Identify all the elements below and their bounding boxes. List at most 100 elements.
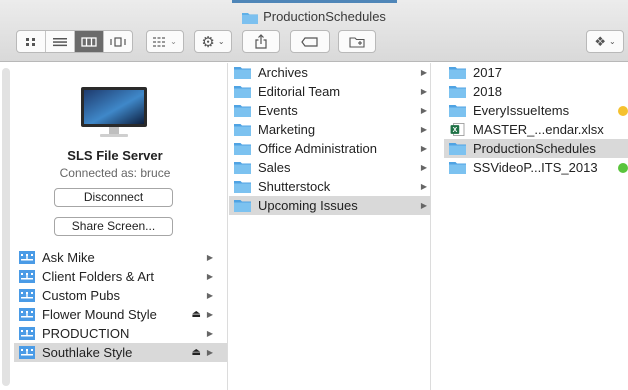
eject-icon[interactable]: ⏏ [192, 309, 201, 320]
server-monitor-icon [81, 87, 147, 137]
file-name: MASTER_...endar.xlsx [473, 122, 604, 137]
folder-icon [449, 143, 466, 155]
gear-icon: ⚙ [201, 33, 215, 51]
column-upcoming-parent: Archives ▶ Editorial Team ▶ Events ▶ Marketing… [229, 63, 431, 390]
share-icon [255, 34, 267, 49]
folder-name: 2018 [473, 84, 502, 99]
disclosure-arrow-icon: ▶ [420, 182, 427, 191]
folder-icon [234, 181, 251, 193]
folder-icon [234, 105, 251, 117]
folder-name: Marketing [258, 122, 316, 137]
color-tag-dot [618, 162, 628, 173]
disclosure-arrow-icon: ▶ [206, 291, 213, 300]
disclosure-arrow-icon: ▶ [206, 272, 213, 281]
sidebar-item[interactable]: PRODUCTION ▶ [14, 324, 227, 343]
folder-icon [234, 162, 251, 174]
svg-text:X: X [453, 127, 458, 134]
folder-row[interactable]: Office Administration ▶ [229, 139, 431, 158]
folder-name: Shutterstock [258, 179, 331, 194]
arrange-button[interactable]: ⌄ [146, 30, 184, 53]
folder-row[interactable]: Archives ▶ [229, 63, 431, 82]
icon-view-button[interactable] [17, 31, 46, 52]
folder-name: 2017 [473, 65, 502, 80]
list-view-button[interactable] [46, 31, 75, 52]
file-row[interactable]: X MASTER_...endar.xlsx [444, 120, 628, 139]
folder-row[interactable]: EveryIssueItems [444, 101, 628, 120]
disclosure-arrow-icon: ▶ [420, 144, 427, 153]
dropbox-button[interactable]: ❖ ⌄ [586, 30, 624, 53]
columns-icon [81, 36, 97, 47]
tag-icon [301, 36, 318, 47]
folder-name: Archives [258, 65, 308, 80]
title-strip [232, 0, 397, 3]
sidebar-scrollbar[interactable] [2, 68, 10, 386]
disclosure-arrow-icon: ▶ [206, 310, 213, 319]
column-view-button[interactable] [75, 31, 104, 52]
view-switcher [16, 30, 133, 53]
folder-row[interactable]: Upcoming Issues ▶ [229, 196, 431, 215]
network-volume-icon [19, 289, 35, 302]
sidebar-item-label: Southlake Style [42, 345, 133, 360]
folder-icon [242, 13, 259, 24]
chevron-down-icon: ⌄ [170, 37, 177, 46]
arrange-grid-icon [153, 36, 166, 47]
disclosure-arrow-icon: ▶ [420, 87, 427, 96]
folder-icon [234, 86, 251, 98]
eject-icon[interactable]: ⏏ [192, 347, 201, 358]
share-screen-button[interactable]: Share Screen... [54, 217, 173, 236]
network-volume-icon [19, 327, 35, 340]
folder-icon [449, 67, 466, 79]
sidebar-item[interactable]: Southlake Style ⏏ ▶ [14, 343, 227, 362]
sidebar-item[interactable]: Ask Mike ▶ [14, 248, 227, 267]
folder-row[interactable]: 2017 [444, 63, 628, 82]
folder-icon [449, 86, 466, 98]
new-folder-button[interactable] [338, 30, 376, 53]
folder-row[interactable]: Marketing ▶ [229, 120, 431, 139]
folder-name: Events [258, 103, 298, 118]
folder-row[interactable]: 2018 [444, 82, 628, 101]
window-title: ProductionSchedules [0, 9, 628, 24]
folder-icon [234, 67, 251, 79]
folder-icon [234, 200, 251, 212]
sidebar-item[interactable]: Client Folders & Art ▶ [14, 267, 227, 286]
disconnect-button[interactable]: Disconnect [54, 188, 173, 207]
folder-name: ProductionSchedules [473, 141, 596, 156]
column-upcoming-issues: 2017 2018 EveryIssueItems X MASTER_...endar.… [432, 63, 628, 390]
sidebar-item[interactable]: Custom Pubs ▶ [14, 286, 227, 305]
folder-name: EveryIssueItems [473, 103, 570, 118]
folder-row[interactable]: Sales ▶ [229, 158, 431, 177]
sidebar-item-label: PRODUCTION [42, 326, 130, 341]
disclosure-arrow-icon: ▶ [420, 201, 427, 210]
folder-name: Upcoming Issues [258, 198, 358, 213]
folder-row[interactable]: ProductionSchedules [444, 139, 628, 158]
disclosure-arrow-icon: ▶ [206, 348, 213, 357]
folder-row[interactable]: SSVideoP...ITS_2013 [444, 158, 628, 177]
server-name: SLS File Server [67, 148, 163, 163]
chevron-down-icon: ⌄ [608, 37, 616, 46]
disclosure-arrow-icon: ▶ [420, 125, 427, 134]
folder-name: Office Administration [258, 141, 377, 156]
chevron-down-icon: ⌄ [217, 37, 225, 46]
dropbox-icon: ❖ [594, 33, 606, 49]
grid-icon [26, 37, 35, 46]
network-volume-icon [19, 270, 35, 283]
tags-button[interactable] [290, 30, 330, 53]
cover-flow-view-button[interactable] [104, 31, 132, 52]
folder-row[interactable]: Events ▶ [229, 101, 431, 120]
disclosure-arrow-icon: ▶ [420, 163, 427, 172]
sidebar-item[interactable]: Flower Mound Style ⏏ ▶ [14, 305, 227, 324]
folder-icon [234, 124, 251, 136]
list-icon [53, 37, 67, 46]
share-button[interactable] [242, 30, 280, 53]
folder-name: SSVideoP...ITS_2013 [473, 160, 598, 175]
folder-row[interactable]: Editorial Team ▶ [229, 82, 431, 101]
cover-flow-icon [110, 36, 126, 47]
disclosure-arrow-icon: ▶ [420, 68, 427, 77]
action-button[interactable]: ⚙ ⌄ [194, 30, 232, 53]
excel-file-icon: X [450, 123, 465, 136]
sidebar-item-label: Client Folders & Art [42, 269, 154, 284]
disclosure-arrow-icon: ▶ [206, 329, 213, 338]
sidebar-item-label: Flower Mound Style [42, 307, 157, 322]
folder-icon [449, 162, 466, 174]
folder-row[interactable]: Shutterstock ▶ [229, 177, 431, 196]
